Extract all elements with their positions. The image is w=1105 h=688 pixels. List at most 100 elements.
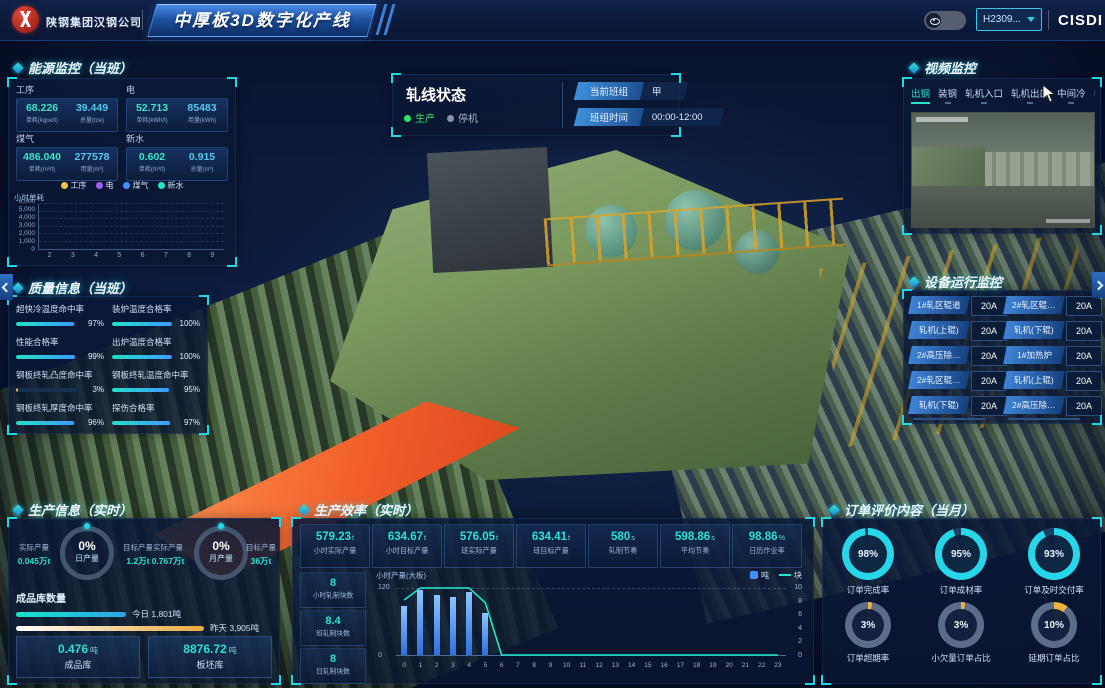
energy-value: 39.449 bbox=[67, 102, 117, 114]
equipment-item[interactable]: 轧机(下辊) bbox=[1003, 321, 1065, 339]
legend-item-producing: 生产 bbox=[404, 110, 435, 125]
x-tick-label: 5 bbox=[108, 252, 131, 262]
equipment-item[interactable]: 轧机(上辊) bbox=[1003, 371, 1065, 389]
list-scroll-indicator bbox=[1008, 418, 1080, 420]
stock-section-title: 成品库数量 bbox=[16, 590, 66, 605]
legend-swatch bbox=[96, 182, 103, 189]
energy-consumption-chart: 01,0002,0003,0004,0005,0006,000 23456789 bbox=[12, 202, 228, 262]
efficiency-card: 634.41t班目标产量 bbox=[516, 524, 586, 568]
x-tick-label: 6 bbox=[494, 662, 510, 672]
progress-bar bbox=[16, 355, 75, 359]
x-tick-label: 23 bbox=[770, 662, 786, 672]
panel-corner bbox=[1092, 517, 1102, 527]
panel-corner bbox=[199, 425, 209, 435]
legend-swatch bbox=[158, 182, 165, 189]
panel-corner bbox=[1092, 415, 1102, 425]
tab-camera-2[interactable]: 轧机入口 bbox=[965, 86, 1003, 104]
line-status-legend: 生产 停机 bbox=[404, 110, 478, 125]
finished-stock-card: 0.476吨成品库 bbox=[16, 636, 140, 678]
equipment-item[interactable]: 1#轧区辊道 bbox=[908, 296, 970, 314]
y-tick-label: 6,000 bbox=[19, 198, 35, 205]
x-tick-label: 17 bbox=[672, 662, 688, 672]
legend-item: 新水 bbox=[158, 180, 184, 191]
chevron-down-icon bbox=[1027, 17, 1035, 22]
progress-bar bbox=[112, 355, 172, 359]
header-bar: 陕钢集团汉钢公司 中厚板3D数字化产线 H2309... CISDI bbox=[0, 0, 1105, 41]
equipment-item[interactable]: 轧机(下辊) bbox=[908, 396, 970, 414]
tab-camera-0[interactable]: 出钢 bbox=[911, 86, 930, 104]
gauge-dot bbox=[218, 523, 224, 529]
efficiency-card: 579.23t小时实际产量 bbox=[300, 524, 370, 568]
order-yield-gauge: 95% bbox=[935, 528, 987, 580]
x-tick-label: 14 bbox=[624, 662, 640, 672]
y-tick-label: 3,000 bbox=[19, 222, 35, 229]
tab-camera-4[interactable]: 中间冷 bbox=[1057, 86, 1086, 104]
energy-panel: 工序 68.226单耗(kgce/t) 39.449总量(tce) 电 52.7… bbox=[8, 78, 236, 266]
y-tick-label: 1,000 bbox=[19, 238, 35, 245]
efficiency-box: 8.4班轧制块数 bbox=[300, 610, 366, 646]
legend-swatch bbox=[61, 182, 68, 189]
page-title-plate: 中厚板3D数字化产线 bbox=[147, 4, 376, 37]
energy-group: 新水 0.602单耗(m³/t) 0.915总量(m³) bbox=[126, 132, 228, 181]
x-tick-label: 20 bbox=[721, 662, 737, 672]
panel-corner bbox=[7, 425, 17, 435]
output-chart-title: 小时产量(大板) bbox=[376, 570, 426, 581]
y-tick-label: 120 bbox=[378, 584, 390, 591]
equipment-item[interactable]: 轧机(上辊) bbox=[908, 321, 970, 339]
collapse-right-panel-button[interactable] bbox=[1092, 272, 1105, 298]
tab-underline bbox=[945, 102, 951, 104]
equipment-item[interactable]: 2#高压除… bbox=[1003, 396, 1065, 414]
panel-corner bbox=[7, 675, 17, 685]
company-logo-mark bbox=[19, 11, 32, 27]
equipment-current: 20A bbox=[971, 396, 1007, 416]
x-tick-label: 6 bbox=[131, 252, 154, 262]
panel-corner bbox=[805, 517, 815, 527]
company-name: 陕钢集团汉钢公司 bbox=[46, 14, 142, 30]
orders-panel: 98% 订单完成率 95% 订单成材率 93% 订单及时交付率 3% 订单超期率… bbox=[822, 518, 1101, 684]
energy-panel-title: 能源监控（当班） bbox=[14, 58, 132, 77]
tab-camera-5[interactable]: 电加热 bbox=[1094, 86, 1095, 104]
equipment-current: 20A bbox=[1066, 371, 1102, 391]
y-tick-label: 4,000 bbox=[19, 214, 35, 221]
diamond-icon bbox=[12, 282, 23, 293]
panel-corner bbox=[1092, 675, 1102, 685]
panel-corner bbox=[199, 295, 209, 305]
collapse-left-panel-button[interactable] bbox=[0, 274, 13, 300]
legend-item: 电 bbox=[96, 180, 114, 191]
equipment-item[interactable]: 2#轧区辊… bbox=[1003, 296, 1065, 314]
x-tick-label: 7 bbox=[154, 252, 177, 262]
x-tick-label: 18 bbox=[689, 662, 705, 672]
panel-corner bbox=[227, 257, 237, 267]
x-tick-label: 10 bbox=[559, 662, 575, 672]
output-chart-plot bbox=[396, 588, 786, 656]
panel-corner bbox=[821, 675, 831, 685]
panel-divider bbox=[562, 82, 563, 128]
gridline bbox=[39, 241, 224, 242]
diamond-icon bbox=[298, 504, 309, 515]
line-select-dropdown[interactable]: H2309... bbox=[976, 8, 1042, 31]
panel-corner bbox=[902, 77, 912, 87]
tab-camera-1[interactable]: 装钢 bbox=[938, 86, 957, 104]
legend-swatch bbox=[779, 574, 791, 576]
x-tick-label: 8 bbox=[526, 662, 542, 672]
target-output-month: 目标产量36万t bbox=[244, 542, 278, 567]
energy-value: 85483 bbox=[177, 102, 227, 114]
gridline bbox=[39, 218, 224, 219]
x-tick-label: 11 bbox=[575, 662, 591, 672]
panel-corner bbox=[902, 415, 912, 425]
diamond-icon bbox=[908, 276, 919, 287]
progress-bar bbox=[16, 421, 74, 425]
mouse-cursor bbox=[1042, 84, 1056, 104]
toggle-knob bbox=[926, 13, 941, 28]
x-tick-label: 5 bbox=[477, 662, 493, 672]
x-tick-label: 7 bbox=[510, 662, 526, 672]
equipment-item[interactable]: 1#加热炉 bbox=[1003, 346, 1065, 364]
video-frame[interactable] bbox=[911, 112, 1095, 228]
visibility-toggle[interactable] bbox=[924, 11, 966, 30]
quality-item: 钢板终轧温度命中率95% bbox=[112, 369, 200, 394]
efficiency-card: 576.05t班实际产量 bbox=[444, 524, 514, 568]
shift-time-chip: 班组时间 bbox=[574, 108, 644, 126]
equipment-item[interactable]: 2#轧区辊… bbox=[908, 371, 970, 389]
equipment-item[interactable]: 2#高压除… bbox=[908, 346, 970, 364]
chevron-left-icon bbox=[2, 282, 12, 292]
